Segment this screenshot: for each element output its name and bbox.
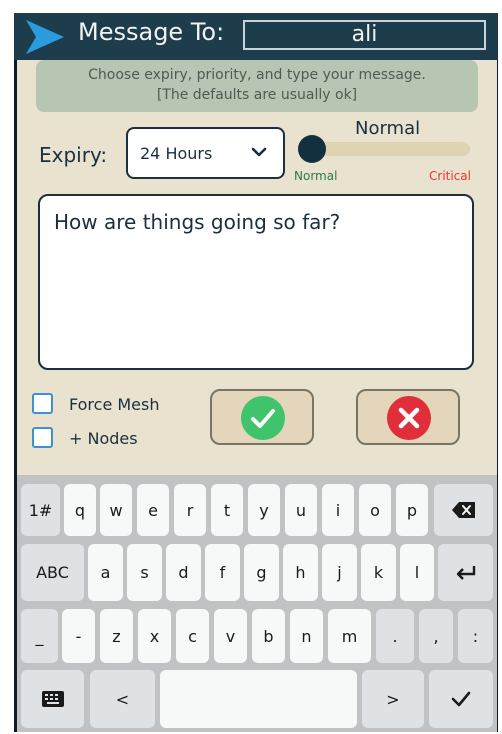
key-j[interactable]: j xyxy=(322,544,357,601)
key-u[interactable]: u xyxy=(285,484,317,536)
key-b[interactable]: b xyxy=(252,609,285,663)
key-z[interactable]: z xyxy=(100,609,133,663)
force-mesh-label: Force Mesh xyxy=(69,395,160,414)
key-keyboard-toggle[interactable] xyxy=(21,670,84,728)
keyboard-icon xyxy=(41,691,64,707)
key-s[interactable]: s xyxy=(127,544,162,601)
close-icon xyxy=(387,396,431,440)
key-w[interactable]: w xyxy=(100,484,132,536)
key-l[interactable]: l xyxy=(400,544,434,601)
enter-icon xyxy=(456,565,475,580)
recipient-field[interactable]: ali xyxy=(243,20,486,50)
chevron-down-icon xyxy=(251,147,267,157)
key-abc[interactable]: ABC xyxy=(21,544,84,601)
key-done[interactable] xyxy=(429,670,493,728)
key-y[interactable]: y xyxy=(248,484,280,536)
send-arrow-icon xyxy=(26,20,64,54)
priority-slider-handle[interactable] xyxy=(298,135,326,163)
key-underscore[interactable]: _ xyxy=(21,609,58,663)
priority-value-label: Normal xyxy=(355,118,421,139)
plus-nodes-label: + Nodes xyxy=(69,429,138,448)
key-d[interactable]: d xyxy=(166,544,201,601)
key-n[interactable]: n xyxy=(290,609,323,663)
key-q[interactable]: q xyxy=(64,484,96,536)
check-icon xyxy=(451,691,471,707)
message-textarea[interactable]: How are things going so far? xyxy=(38,194,474,370)
expiry-dropdown[interactable]: 24 Hours xyxy=(126,127,285,179)
key-p[interactable]: p xyxy=(396,484,428,536)
instructions-banner: Choose expiry, priority, and type your m… xyxy=(36,60,478,112)
instructions-line-2: [The defaults are usually ok] xyxy=(156,87,358,103)
key-enter[interactable] xyxy=(438,544,493,601)
key-o[interactable]: o xyxy=(359,484,391,536)
key-v[interactable]: v xyxy=(214,609,247,663)
key-i[interactable]: i xyxy=(322,484,354,536)
key-r[interactable]: r xyxy=(174,484,206,536)
key-m[interactable]: m xyxy=(328,609,371,663)
key-t[interactable]: t xyxy=(211,484,243,536)
key-hyphen[interactable]: - xyxy=(62,609,95,663)
key-c[interactable]: c xyxy=(176,609,209,663)
message-to-label: Message To: xyxy=(78,18,225,46)
priority-max-label: Critical xyxy=(429,169,471,183)
force-mesh-checkbox[interactable] xyxy=(32,393,53,414)
key-x[interactable]: x xyxy=(138,609,171,663)
key-h[interactable]: h xyxy=(283,544,318,601)
expiry-label: Expiry: xyxy=(39,143,108,167)
backspace-icon xyxy=(451,502,475,518)
key-backspace[interactable] xyxy=(434,484,493,536)
key-e[interactable]: e xyxy=(137,484,169,536)
key-symbols[interactable]: 1# xyxy=(21,484,60,536)
checkmark-icon xyxy=(241,396,285,440)
key-cursor-right[interactable]: > xyxy=(362,670,424,728)
key-g[interactable]: g xyxy=(244,544,279,601)
key-f[interactable]: f xyxy=(205,544,240,601)
key-colon[interactable]: : xyxy=(458,609,493,663)
plus-nodes-checkbox[interactable] xyxy=(32,427,53,448)
instructions-line-1: Choose expiry, priority, and type your m… xyxy=(88,67,426,83)
send-button[interactable] xyxy=(210,389,314,445)
cancel-button[interactable] xyxy=(356,389,460,445)
key-a[interactable]: a xyxy=(88,544,123,601)
key-cursor-left[interactable]: < xyxy=(90,670,155,728)
key-period[interactable]: . xyxy=(376,609,414,663)
expiry-selected-value: 24 Hours xyxy=(140,144,213,163)
key-k[interactable]: k xyxy=(361,544,396,601)
key-comma[interactable]: , xyxy=(419,609,453,663)
priority-min-label: Normal xyxy=(294,169,338,183)
key-space[interactable] xyxy=(160,670,357,728)
